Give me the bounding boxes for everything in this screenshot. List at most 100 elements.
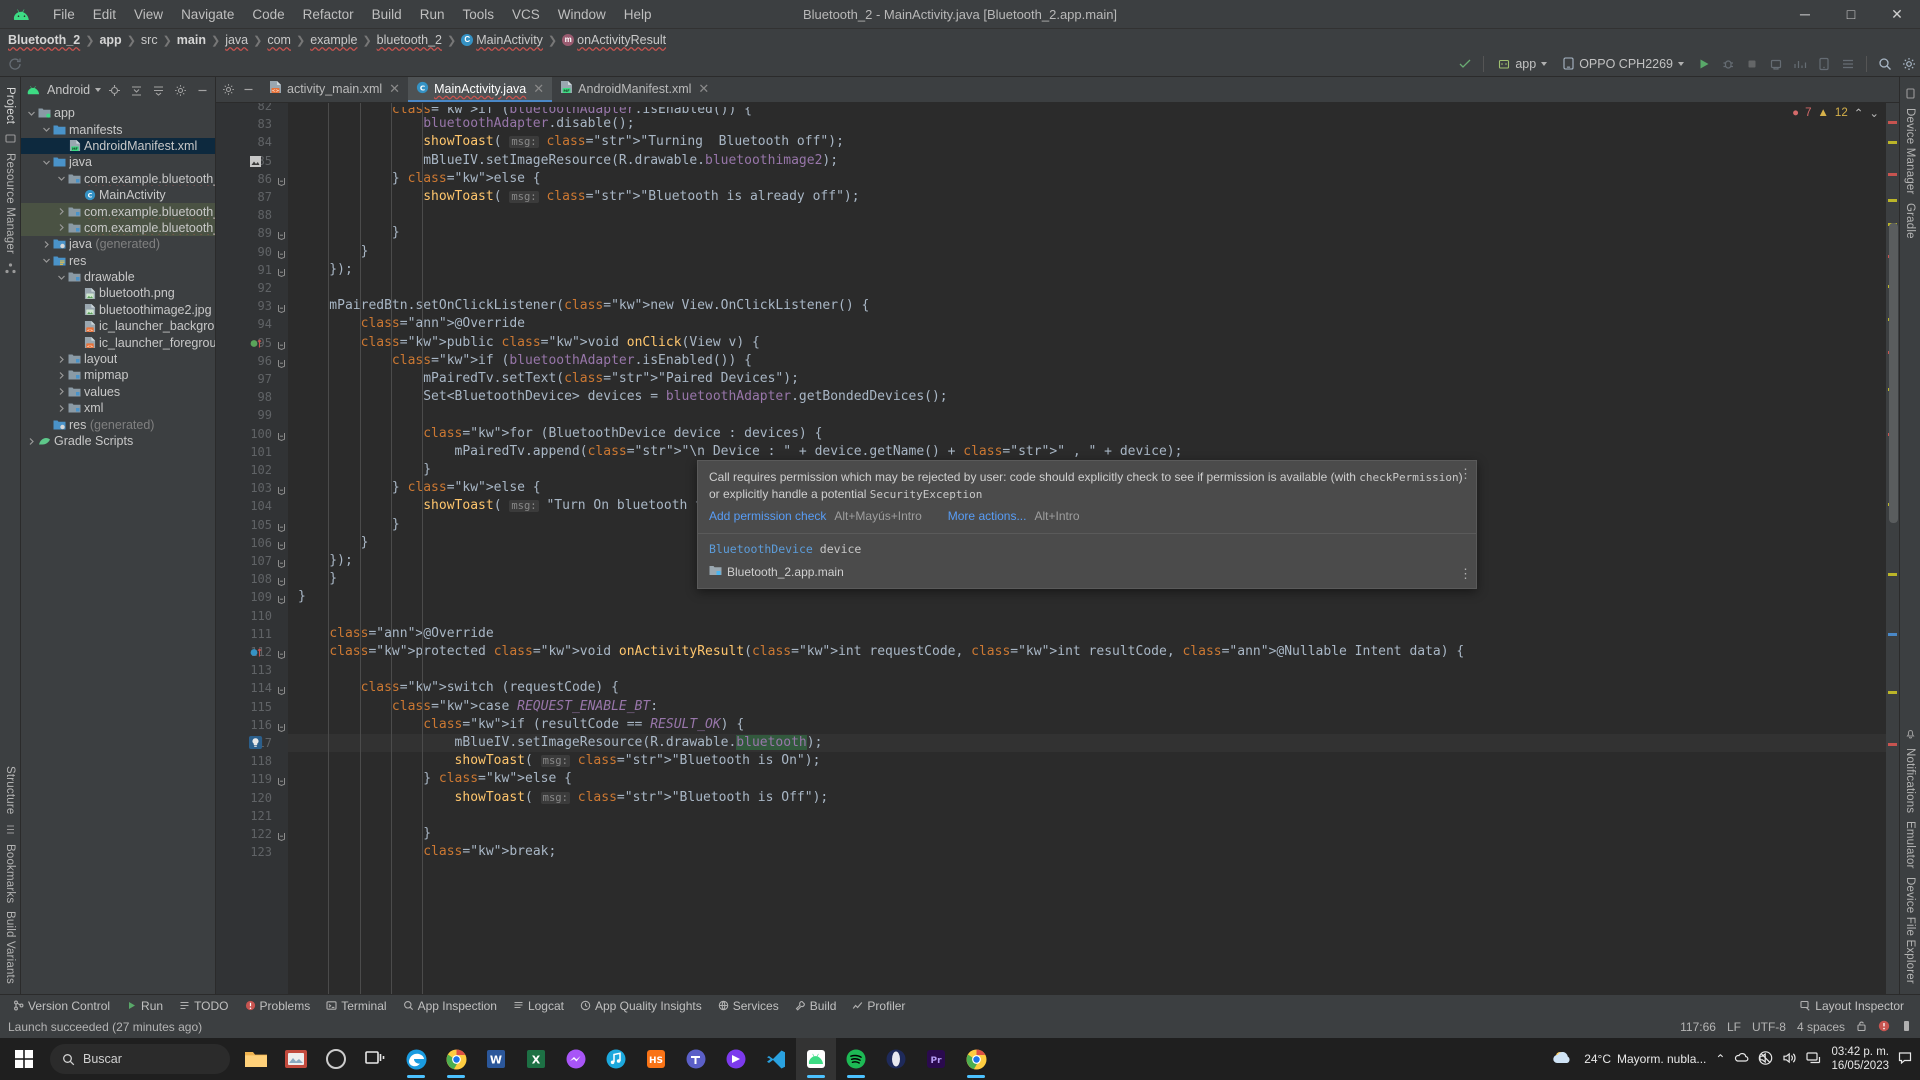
line-number[interactable]: 109 bbox=[216, 590, 272, 604]
teams-icon[interactable] bbox=[676, 1038, 716, 1080]
code-line[interactable]: mBlueIV.setImageResource(R.drawable.blue… bbox=[298, 734, 822, 752]
stripe-marker[interactable] bbox=[1888, 199, 1897, 202]
chevron-right-icon[interactable] bbox=[55, 355, 67, 364]
code-line[interactable]: } class="kw">else { bbox=[298, 170, 541, 188]
line-number[interactable]: 122 bbox=[216, 827, 272, 841]
chevron-down-icon[interactable] bbox=[40, 256, 52, 265]
line-number[interactable]: 82 bbox=[216, 103, 272, 113]
line-number[interactable]: 108 bbox=[216, 572, 272, 586]
run-button[interactable] bbox=[1693, 53, 1715, 75]
fold-marker[interactable] bbox=[277, 592, 287, 605]
stripe-marker[interactable] bbox=[1888, 691, 1897, 694]
code-line[interactable]: class="kw">if (bluetoothAdapter.isEnable… bbox=[298, 352, 752, 370]
device-manager-rail-icon[interactable] bbox=[1905, 88, 1916, 99]
rail-item-device-file-explorer[interactable]: Device File Explorer bbox=[1904, 873, 1916, 988]
start-button[interactable] bbox=[0, 1038, 48, 1080]
image-preview-gutter-icon[interactable] bbox=[250, 155, 261, 170]
fold-marker[interactable] bbox=[277, 265, 287, 277]
error-stripe[interactable] bbox=[1886, 103, 1899, 994]
code-line[interactable]: } bbox=[298, 516, 400, 534]
fold-marker[interactable] bbox=[277, 174, 287, 186]
error-badge-icon[interactable] bbox=[1878, 1020, 1890, 1035]
fold-marker[interactable] bbox=[277, 720, 287, 732]
code-line[interactable]: class="kw">protected class="kw">void onA… bbox=[298, 643, 1464, 661]
cortana-icon[interactable] bbox=[316, 1038, 356, 1080]
code-line[interactable]: showToast( msg: class="str">"Bluetooth i… bbox=[298, 752, 821, 770]
code-line[interactable]: } class="kw">else { bbox=[298, 479, 541, 497]
override-method-gutter-icon[interactable] bbox=[250, 646, 263, 661]
profiler-icon[interactable] bbox=[1789, 53, 1811, 75]
chevron-down-icon[interactable] bbox=[55, 273, 67, 282]
line-number[interactable]: 120 bbox=[216, 791, 272, 805]
inspection-chevron-up-icon[interactable]: ⌃ bbox=[1854, 106, 1864, 120]
code-line[interactable]: showToast( msg: class="str">"Bluetooth i… bbox=[298, 188, 859, 206]
stripe-marker[interactable] bbox=[1888, 573, 1897, 576]
close-icon[interactable]: ✕ bbox=[698, 81, 709, 97]
tree-item-ic-launcher-background-xml[interactable]: <> ic_launcher_background.xml bbox=[21, 318, 215, 334]
line-number[interactable]: 94 bbox=[216, 317, 272, 331]
opera-icon[interactable] bbox=[876, 1038, 916, 1080]
tool-app-quality-insights[interactable]: App Quality Insights bbox=[573, 997, 709, 1015]
scroll-from-source-icon[interactable] bbox=[106, 82, 123, 99]
line-number[interactable]: 119 bbox=[216, 772, 272, 786]
search-everywhere-icon[interactable] bbox=[1874, 53, 1896, 75]
caret-position[interactable]: 117:66 bbox=[1680, 1020, 1716, 1034]
code-line[interactable]: bluetoothAdapter.disable(); bbox=[298, 115, 634, 133]
image-app-icon[interactable] bbox=[276, 1038, 316, 1080]
rail-item-build-variants[interactable]: Build Variants bbox=[4, 907, 16, 988]
tab-mainactivity-java[interactable]: C MainActivity.java ✕ bbox=[408, 77, 553, 102]
tree-item-manifests[interactable]: manifests bbox=[21, 121, 215, 137]
tree-item-gradle-scripts[interactable]: Gradle Scripts bbox=[21, 433, 215, 449]
chevron-down-icon[interactable] bbox=[55, 174, 67, 183]
tool-run[interactable]: Run bbox=[119, 997, 170, 1015]
breadcrumb-main[interactable]: main bbox=[177, 33, 206, 47]
tool-layout-inspector[interactable]: Layout Inspector bbox=[1793, 997, 1911, 1015]
breadcrumb-class[interactable]: MainActivity bbox=[476, 33, 543, 47]
line-number[interactable]: 113 bbox=[216, 663, 272, 677]
rail-item-structure[interactable]: Structure bbox=[4, 762, 16, 818]
rail-item-device-manager[interactable]: Device Manager bbox=[1904, 104, 1916, 199]
maximize-button[interactable]: □ bbox=[1828, 0, 1874, 29]
code-line[interactable]: class="kw">break; bbox=[298, 843, 556, 861]
code-line[interactable]: mBlueIV.setImageResource(R.drawable.blue… bbox=[298, 152, 838, 170]
volume-icon[interactable] bbox=[1782, 1051, 1797, 1068]
taskbar-search-box[interactable]: Buscar bbox=[50, 1044, 230, 1074]
line-number[interactable]: 114 bbox=[216, 681, 272, 695]
chevron-right-icon[interactable] bbox=[55, 387, 67, 396]
stripe-marker[interactable] bbox=[1888, 743, 1897, 746]
tree-item-mipmap[interactable]: mipmap bbox=[21, 367, 215, 383]
onedrive-icon[interactable] bbox=[1734, 1051, 1749, 1067]
code-line[interactable]: mPairedBtn.setOnClickListener(class="kw"… bbox=[298, 297, 869, 315]
sdk-manager-icon[interactable] bbox=[1837, 53, 1859, 75]
code-line[interactable]: } bbox=[298, 243, 369, 261]
line-number[interactable]: 115 bbox=[216, 700, 272, 714]
tool-problems[interactable]: Problems bbox=[238, 997, 318, 1015]
run-configuration-selector[interactable]: app bbox=[1491, 53, 1554, 74]
inspection-chevron-down-icon[interactable]: ⌄ bbox=[1869, 106, 1879, 120]
line-number[interactable]: 112 bbox=[216, 645, 272, 659]
rail-item-notifications[interactable]: Notifications bbox=[1904, 744, 1916, 817]
tree-item-app[interactable]: app bbox=[21, 105, 215, 121]
code-line[interactable]: mPairedTv.setText(class="str">"Paired De… bbox=[298, 370, 799, 388]
line-number[interactable]: 91 bbox=[216, 263, 272, 277]
tree-item-res-generated[interactable]: res (generated) bbox=[21, 416, 215, 432]
line-number[interactable]: 105 bbox=[216, 518, 272, 532]
file-encoding[interactable]: UTF-8 bbox=[1752, 1020, 1786, 1034]
music-icon[interactable] bbox=[596, 1038, 636, 1080]
line-number[interactable]: 100 bbox=[216, 427, 272, 441]
breadcrumb-method[interactable]: onActivityResult bbox=[577, 33, 666, 47]
tree-item-res[interactable]: res bbox=[21, 253, 215, 269]
tool-services[interactable]: Services bbox=[711, 997, 786, 1015]
line-number[interactable]: 92 bbox=[216, 281, 272, 295]
chevron-right-icon[interactable] bbox=[55, 371, 67, 380]
tree-item-layout[interactable]: layout bbox=[21, 351, 215, 367]
sync-project-icon[interactable] bbox=[4, 53, 26, 75]
tool-app-inspection[interactable]: App Inspection bbox=[396, 997, 504, 1015]
editor-scrollbar-thumb[interactable] bbox=[1889, 223, 1898, 523]
fold-marker[interactable] bbox=[277, 356, 287, 368]
project-view-label[interactable]: Android bbox=[47, 83, 90, 97]
rail-item-project[interactable]: Project bbox=[4, 83, 16, 128]
breadcrumb-package[interactable]: bluetooth_2 bbox=[377, 33, 442, 47]
tree-item-java-generated[interactable]: java (generated) bbox=[21, 236, 215, 252]
fold-marker[interactable] bbox=[277, 538, 287, 550]
